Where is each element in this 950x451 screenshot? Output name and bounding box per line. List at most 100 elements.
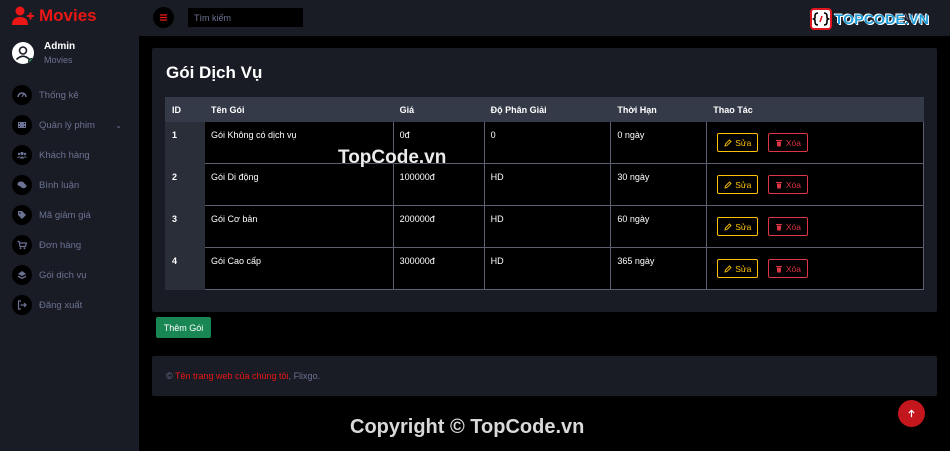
brand[interactable]: Movies (12, 6, 97, 26)
users-icon (12, 145, 32, 165)
film-icon (12, 115, 32, 135)
delete-button[interactable]: Xóa (767, 133, 808, 152)
sidebar-item-dashboard[interactable]: Thống kê (12, 85, 132, 105)
cell-duration: 30 ngày (610, 163, 708, 206)
sidebar-item-label: Gói dịch vụ (39, 269, 87, 281)
sidebar-item-orders[interactable]: Đơn hàng (12, 235, 132, 255)
online-status-dot (28, 58, 34, 64)
menu-toggle-button[interactable] (153, 7, 174, 28)
table-header-row: ID Tên Gói Giá Độ Phân Giải Thời Hạn Tha… (165, 97, 924, 122)
sidebar-item-label: Đăng xuất (39, 299, 83, 311)
cell-price: 300000đ (392, 247, 485, 290)
dashboard-icon (12, 85, 32, 105)
trash-icon (775, 181, 782, 188)
sidebar-item-customers[interactable]: Khách hàng (12, 145, 132, 165)
column-header: Thao Tác (706, 97, 924, 122)
cell-name: Gói Cao cấp (203, 247, 394, 290)
search-input[interactable] (188, 8, 303, 27)
delete-label: Xóa (785, 179, 801, 190)
delete-button[interactable]: Xóa (767, 259, 808, 278)
delete-button[interactable]: Xóa (767, 217, 808, 236)
edit-button[interactable]: Sửa (717, 133, 759, 152)
column-header: Giá (392, 97, 485, 122)
table-row: 2 Gói Di động 100000đ HD 30 ngày Sửa Xóa (165, 163, 924, 206)
sidebar-item-label: Thống kê (39, 89, 79, 101)
comments-icon (12, 175, 32, 195)
trash-icon (775, 223, 782, 230)
arrow-up-icon (908, 409, 915, 418)
cell-price: 100000đ (392, 163, 485, 206)
sidebar-item-coupons[interactable]: Mã giảm giá (12, 205, 132, 225)
sidebar-item-logout[interactable]: Đăng xuất (12, 295, 132, 315)
edit-button[interactable]: Sửa (717, 217, 759, 236)
sidebar-item-comments[interactable]: Bình luận (12, 175, 132, 195)
cell-actions: Sửa Xóa (706, 247, 924, 290)
sidebar-item-label: Bình luận (39, 179, 80, 191)
column-header: ID (165, 97, 205, 122)
delete-button[interactable]: Xóa (767, 175, 808, 194)
watermark-copyright: Copyright © TopCode.vn (350, 416, 585, 438)
add-package-button[interactable]: Thêm Gói (156, 317, 211, 338)
tags-icon (12, 205, 32, 225)
table-row: 1 Gói Không có dịch vụ 0đ 0 0 ngày Sửa X… (165, 121, 924, 164)
hamburger-icon (159, 14, 168, 21)
sidebar-item-packages[interactable]: Gói dịch vụ (12, 265, 132, 285)
cell-resolution: HD (483, 247, 612, 290)
delete-label: Xóa (785, 263, 801, 274)
pencil-icon (724, 222, 732, 231)
watermark-logo-text: TOPCODE.VN (834, 11, 929, 27)
cell-name: Gói Cơ bản (203, 205, 394, 248)
column-header: Tên Gói (203, 97, 394, 122)
cell-actions: Sửa Xóa (706, 205, 924, 248)
cell-duration: 365 ngày (610, 247, 708, 290)
watermark-logo: TOPCODE.VN (809, 8, 929, 30)
user-plus-icon (12, 6, 34, 25)
brand-name: Movies (39, 6, 97, 25)
avatar (12, 42, 34, 64)
cart-icon (12, 235, 32, 255)
cell-name: Gói Di động (203, 163, 394, 206)
cell-id: 4 (165, 247, 205, 290)
package-icon (12, 265, 32, 285)
watermark-center-text: TopCode.vn (338, 147, 447, 168)
cell-resolution: 0 (483, 121, 612, 164)
edit-label: Sửa (735, 179, 752, 190)
cell-duration: 60 ngày (610, 205, 708, 248)
cell-id: 1 (165, 121, 205, 164)
footer-prefix: © (166, 371, 175, 381)
sidebar: Movies Admin Movies Thống kê Quản lý phi… (0, 0, 139, 451)
table-row: 3 Gói Cơ bản 200000đ HD 60 ngày Sửa Xóa (165, 205, 924, 248)
table-row: 4 Gói Cao cấp 300000đ HD 365 ngày Sửa Xó… (165, 247, 924, 290)
cell-id: 3 (165, 205, 205, 248)
profile-name: Admin (44, 41, 76, 52)
footer-suffix: , Flixgo. (288, 371, 321, 381)
edit-button[interactable]: Sửa (717, 259, 759, 278)
packages-table: ID Tên Gói Giá Độ Phân Giải Thời Hạn Tha… (165, 97, 924, 290)
back-to-top-button[interactable] (898, 400, 925, 427)
footer-text: © Tên trang web của chúng tôi, Flixgo. (166, 371, 320, 381)
sidebar-item-label: Quản lý phim (39, 119, 95, 131)
column-header: Độ Phân Giải (483, 97, 612, 122)
edit-label: Sửa (735, 221, 752, 232)
cell-duration: 0 ngày (610, 121, 708, 164)
sidebar-item-label: Đơn hàng (39, 239, 82, 251)
packages-card: Gói Dịch Vụ ID Tên Gói Giá Độ Phân Giải … (152, 48, 937, 312)
pencil-icon (724, 138, 732, 147)
sidebar-item-label: Mã giảm giá (39, 209, 91, 221)
delete-label: Xóa (785, 137, 801, 148)
chevron-down-icon[interactable]: ⌄ (115, 121, 122, 130)
cell-actions: Sửa Xóa (706, 121, 924, 164)
edit-label: Sửa (735, 137, 752, 148)
footer-site-link[interactable]: Tên trang web của chúng tôi (175, 371, 289, 381)
profile-role: Movies (44, 55, 73, 65)
sidebar-item-movies[interactable]: Quản lý phim ⌄ (12, 115, 132, 135)
sidebar-nav: Thống kê Quản lý phim ⌄ Khách hàng Bình … (12, 85, 132, 325)
user-profile: Admin Movies (12, 41, 75, 65)
cell-price: 200000đ (392, 205, 485, 248)
page-title: Gói Dịch Vụ (166, 63, 263, 82)
edit-button[interactable]: Sửa (717, 175, 759, 194)
pencil-icon (724, 180, 732, 189)
cell-resolution: HD (483, 205, 612, 248)
footer: © Tên trang web của chúng tôi, Flixgo. (152, 356, 937, 396)
trash-icon (775, 139, 782, 146)
